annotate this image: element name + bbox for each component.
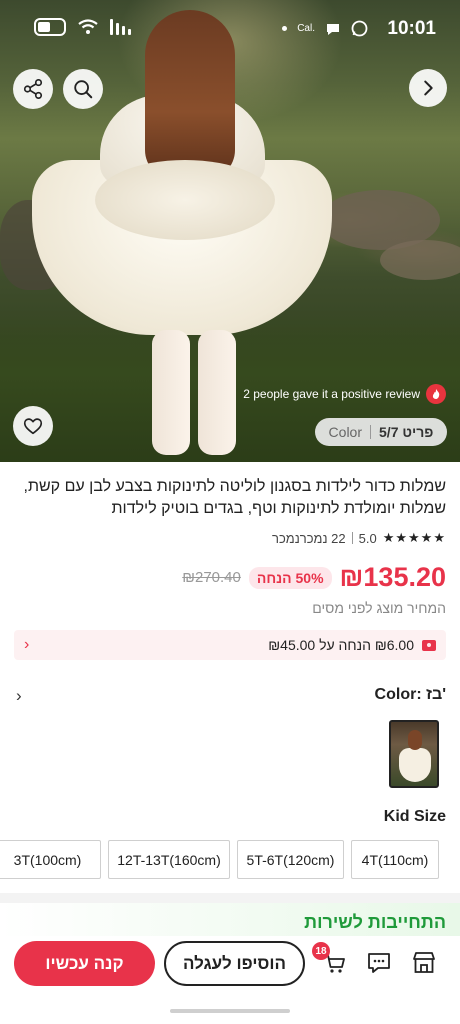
- promo-text: ₪6.00 הנחה על ₪45.00: [268, 637, 414, 653]
- original-price: ₪270.40: [182, 569, 241, 586]
- battery-icon: [34, 18, 66, 36]
- color-row[interactable]: Color: בז' ›: [14, 686, 446, 708]
- counter-divider: [370, 425, 372, 439]
- counter-page: פריט 5/7: [379, 424, 434, 440]
- discount-badge: 50% הנחה: [248, 566, 332, 589]
- search-icon: [74, 80, 93, 99]
- current-price: ₪135.20: [339, 562, 446, 592]
- size-label: Kid Size: [383, 808, 446, 825]
- status-time: 10:01: [387, 18, 436, 39]
- girl-leg: [152, 330, 190, 455]
- review-text: 2 people gave it a positive review: [243, 387, 420, 401]
- product-title: שמלות כדור לילדות בסגנון לוליטה לתינוקות…: [23, 478, 447, 517]
- size-options: 4T(110cm) 5T-6T(120cm) 12T-13T(160cm) 3T…: [0, 840, 460, 880]
- rating-row[interactable]: ★★★★★ 5.0 22 נמכרנמכר: [272, 530, 446, 546]
- buy-now-button[interactable]: קנה עכשיו: [14, 941, 155, 986]
- heart-icon: [23, 418, 43, 435]
- next-button[interactable]: [409, 69, 447, 107]
- tax-note: המחיר מוצג לפני מסים: [312, 600, 446, 616]
- sold-count: 22 נמכרנמכר: [272, 530, 346, 546]
- search-button[interactable]: [63, 69, 103, 109]
- store-icon[interactable]: [411, 950, 437, 976]
- rating-stars-icon: ★★★★★: [382, 530, 446, 545]
- girl-leg: [198, 330, 236, 455]
- share-button[interactable]: [13, 69, 53, 109]
- color-label: Color: בז': [374, 686, 446, 703]
- chevron-right-icon: [424, 80, 433, 96]
- size-option[interactable]: 4T(110cm): [351, 840, 439, 879]
- status-bar: Cal. 10:01: [0, 0, 460, 56]
- add-to-cart-button[interactable]: הוסיפו לעגלה: [164, 941, 305, 986]
- signal-icon: [110, 19, 131, 35]
- status-right-icons: Cal.: [282, 20, 368, 37]
- dot-icon: [282, 26, 288, 31]
- favorite-button[interactable]: [13, 406, 53, 446]
- size-option[interactable]: 12T-13T(160cm): [108, 840, 230, 879]
- chevron-right-icon: ›: [16, 686, 22, 705]
- bottom-action-bar: קנה עכשיו הוסיפו לעגלה 18: [0, 936, 460, 996]
- size-option[interactable]: 5T-6T(120cm): [237, 840, 344, 879]
- review-badge: 2 people gave it a positive review: [243, 384, 446, 404]
- thumbnail-dress: [399, 748, 431, 782]
- status-left-icons: [34, 18, 131, 36]
- chat-icon[interactable]: [366, 950, 392, 976]
- home-indicator[interactable]: [170, 1009, 290, 1013]
- chat-icon: [327, 23, 339, 35]
- background-rock: [380, 240, 460, 280]
- share-icon: [23, 79, 43, 99]
- coupon-icon: [422, 639, 436, 651]
- flame-icon: [426, 384, 446, 404]
- thumbnail-hair: [408, 730, 422, 750]
- whatsapp-icon: [351, 20, 368, 37]
- counter-color-label: Color: [328, 424, 363, 440]
- photo-counter[interactable]: Color פריט 5/7: [315, 418, 447, 446]
- dress-bow: [95, 160, 275, 240]
- chevron-left-icon: ‹: [24, 636, 30, 653]
- service-guarantee-text: התחייבות לשירות: [304, 912, 446, 932]
- carrier-label: Cal.: [297, 23, 315, 34]
- rating-divider: [351, 532, 353, 544]
- cart-count-badge: 18: [312, 942, 330, 960]
- section-divider: [0, 893, 460, 903]
- wifi-icon: [78, 19, 98, 34]
- size-option[interactable]: 3T(100cm): [0, 840, 101, 879]
- rating-value: 5.0: [358, 530, 377, 546]
- price-row: ₪135.20 50% הנחה ₪270.40: [182, 562, 446, 593]
- color-swatch-thumbnail[interactable]: [389, 720, 439, 788]
- promo-bar[interactable]: ₪6.00 הנחה על ₪45.00 ‹: [14, 630, 446, 660]
